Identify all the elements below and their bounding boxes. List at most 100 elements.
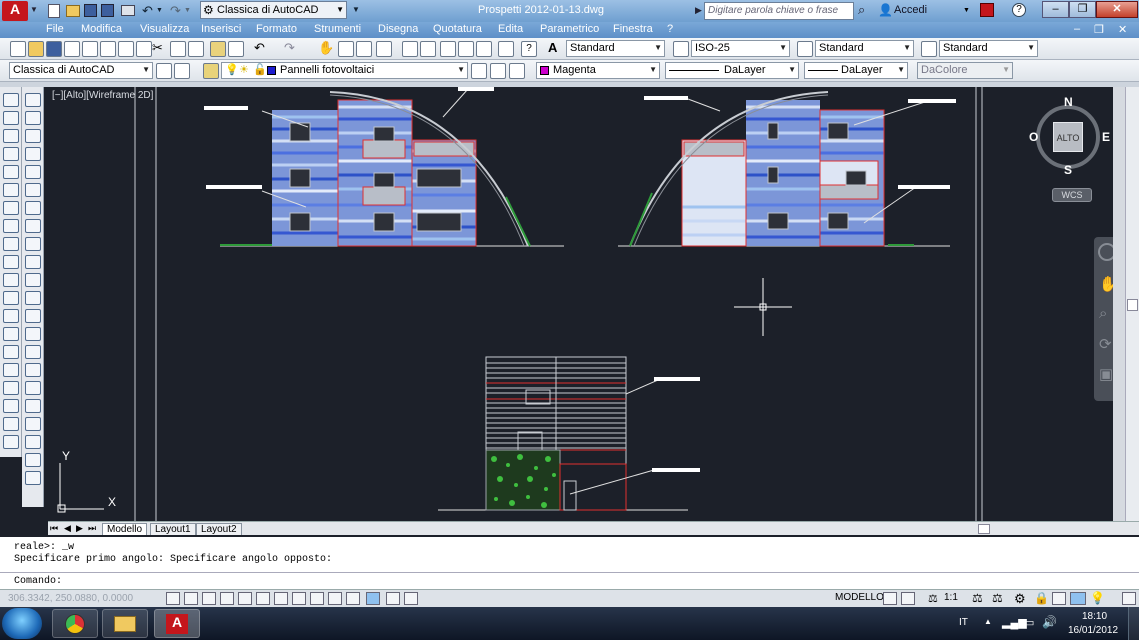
viewport-icon[interactable] xyxy=(136,41,152,57)
signin-dropdown-icon[interactable]: ▼ xyxy=(963,7,970,14)
spline-icon[interactable] xyxy=(3,237,19,251)
qp-toggle[interactable] xyxy=(366,592,380,605)
zoom-window-icon[interactable] xyxy=(356,41,372,57)
blend-icon[interactable] xyxy=(25,381,41,395)
markup-icon[interactable] xyxy=(476,41,492,57)
publish-icon[interactable] xyxy=(100,41,116,57)
menu-help[interactable]: ? xyxy=(667,23,673,35)
prev-tab-icon[interactable]: ◀ xyxy=(64,523,71,534)
layer-previous-icon[interactable] xyxy=(490,63,506,79)
next-tab-icon[interactable]: ▶ xyxy=(76,523,83,534)
annotation-visibility-icon[interactable]: ⚖ xyxy=(972,591,983,605)
polar-toggle[interactable] xyxy=(220,592,234,605)
tpy-toggle[interactable] xyxy=(346,592,360,605)
plotstyle-select[interactable]: DaColore ▼ xyxy=(917,62,1013,79)
clean-screen-icon[interactable] xyxy=(1122,592,1136,605)
command-window[interactable]: reale>: _w Specificare primo angolo: Spe… xyxy=(0,537,1139,589)
trim-icon[interactable] xyxy=(25,255,41,269)
doc-minimize-icon[interactable]: ‒ xyxy=(1074,23,1080,35)
redo-dropdown-icon[interactable]: ▼ xyxy=(184,7,191,14)
start-button[interactable] xyxy=(2,608,42,639)
annotation-scale[interactable]: 1:1 xyxy=(944,592,958,603)
text-style-select[interactable]: Standard ▼ xyxy=(566,40,665,57)
preview-icon[interactable] xyxy=(82,41,98,57)
model-space-button[interactable]: MODELLO xyxy=(835,592,884,603)
text-style-icon[interactable]: A xyxy=(548,41,564,57)
join-icon[interactable] xyxy=(25,327,41,341)
paste-icon[interactable] xyxy=(188,41,204,57)
menu-parametrico[interactable]: Parametrico xyxy=(540,23,599,35)
menu-disegna[interactable]: Disegna xyxy=(378,23,418,35)
pan-icon-nav[interactable]: ✋ xyxy=(1099,275,1113,293)
ortho-toggle[interactable] xyxy=(202,592,216,605)
plot-icon[interactable] xyxy=(64,41,80,57)
autocad-taskbar-icon[interactable]: A xyxy=(154,609,200,638)
revcloud-icon[interactable] xyxy=(3,219,19,233)
qnew-icon[interactable] xyxy=(10,41,26,57)
layer-select[interactable]: 💡 ☀ 🔓 Pannelli fotovoltaici ▼ xyxy=(221,62,468,79)
tab-modello[interactable]: Modello xyxy=(102,523,148,535)
search-input[interactable]: Digitare parola chiave o frase xyxy=(704,2,854,20)
cut-icon[interactable]: ✂ xyxy=(152,41,168,57)
search-expand-icon[interactable]: ▶ xyxy=(695,5,702,16)
signin-link[interactable]: Accedi xyxy=(894,4,927,16)
volume-icon[interactable]: 🔊 xyxy=(1042,615,1057,629)
match-prop-icon[interactable] xyxy=(210,41,226,57)
break-at-point-icon[interactable] xyxy=(25,291,41,305)
restore-button[interactable]: ❐ xyxy=(1069,1,1096,18)
layer-state-icon[interactable] xyxy=(509,63,525,79)
stretch-icon[interactable] xyxy=(25,237,41,251)
customize-icon[interactable] xyxy=(174,63,190,79)
redo-icon-2[interactable]: ↷ xyxy=(284,41,300,57)
horizontal-scroll-thumb[interactable] xyxy=(978,524,990,534)
compass-north[interactable]: N xyxy=(1064,95,1073,109)
add-selected-icon[interactable] xyxy=(3,435,19,449)
scale-icon[interactable] xyxy=(25,219,41,233)
show-desktop-button[interactable] xyxy=(1128,607,1139,640)
hardware-accel-icon[interactable] xyxy=(1052,592,1066,605)
rectangle-icon[interactable] xyxy=(3,165,19,179)
polygon-icon[interactable] xyxy=(3,147,19,161)
quickview-layouts-icon[interactable] xyxy=(883,592,897,605)
gradient-icon[interactable] xyxy=(3,363,19,377)
compass-east[interactable]: E xyxy=(1102,130,1110,144)
menu-finestra[interactable]: Finestra xyxy=(613,23,653,35)
help-icon-2[interactable]: ? xyxy=(521,41,537,57)
undo-icon[interactable]: ↶ xyxy=(142,3,153,19)
line-icon[interactable] xyxy=(3,93,19,107)
mleader-style-select[interactable]: Standard ▼ xyxy=(939,40,1038,57)
pan-icon[interactable]: ✋ xyxy=(318,41,334,57)
lightbulb-status-icon[interactable]: 💡 xyxy=(1090,591,1105,605)
battery-icon[interactable]: ▭ xyxy=(1024,616,1034,629)
save-icon[interactable] xyxy=(84,4,97,17)
erase-icon[interactable] xyxy=(25,93,41,107)
scrollbar-thumb[interactable] xyxy=(1127,299,1138,311)
clock-time[interactable]: 18:10 xyxy=(1082,611,1107,622)
coordinates-readout[interactable]: 306.3342, 250.0880, 0.0000 xyxy=(8,593,133,604)
copy-icon[interactable] xyxy=(25,111,41,125)
show-hidden-icons[interactable]: ▲ xyxy=(984,617,992,626)
circle-icon[interactable] xyxy=(3,201,19,215)
dyn-toggle[interactable] xyxy=(310,592,324,605)
am-toggle[interactable] xyxy=(404,592,418,605)
clock-date[interactable]: 16/01/2012 xyxy=(1068,625,1118,636)
ellipse-icon[interactable] xyxy=(3,255,19,269)
menu-visualizza[interactable]: Visualizza xyxy=(140,23,189,35)
block-editor-icon[interactable] xyxy=(228,41,244,57)
language-indicator[interactable]: IT xyxy=(959,617,968,628)
zoom-realtime-icon[interactable] xyxy=(338,41,354,57)
undo-dropdown-icon[interactable]: ▼ xyxy=(156,7,163,14)
menu-modifica[interactable]: Modifica xyxy=(81,23,122,35)
region-icon[interactable] xyxy=(3,381,19,395)
array-icon[interactable] xyxy=(25,165,41,179)
steering-wheel-icon[interactable] xyxy=(1098,243,1113,261)
lock-icon-status[interactable]: 🔒 xyxy=(1034,591,1049,605)
grid-toggle[interactable] xyxy=(184,592,198,605)
copy-icon[interactable] xyxy=(170,41,186,57)
doc-close-icon[interactable]: ✕ xyxy=(1118,23,1127,36)
network-icon[interactable]: ▂▄▆ xyxy=(1002,616,1027,629)
viewcube-face[interactable]: ALTO xyxy=(1053,122,1083,152)
showmotion-icon-nav[interactable]: ▣ xyxy=(1099,365,1113,383)
offset-icon[interactable] xyxy=(25,147,41,161)
move-icon[interactable] xyxy=(25,183,41,197)
